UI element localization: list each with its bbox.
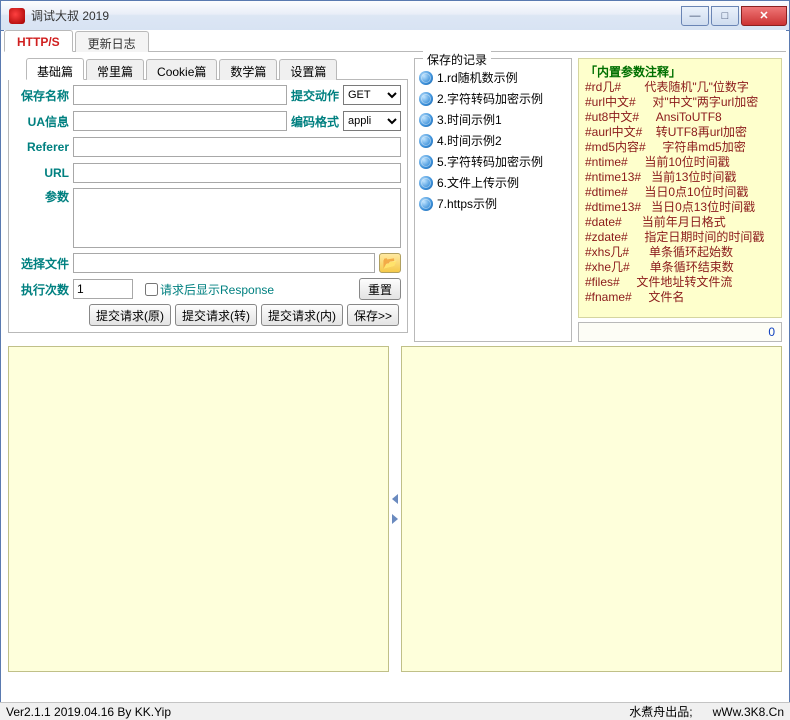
label-url: URL [15,166,73,180]
saved-record-item[interactable]: 6.文件上传示例 [419,172,567,193]
save-name-input[interactable] [73,85,287,105]
ua-input[interactable] [73,111,287,131]
output-left-pane[interactable] [8,346,389,672]
subtab-math[interactable]: 数学篇 [219,59,277,80]
title-bar: 调试大叔 2019 — □ ✕ [1,1,789,31]
label-show-response: 请求后显示Response [160,281,274,298]
param-help-row: #ntime13# 当前13位时间戳 [585,170,775,185]
globe-icon [419,92,433,106]
param-help-row: #fname# 文件名 [585,290,775,305]
reset-button[interactable]: 重置 [359,278,401,300]
label-ua: UA信息 [15,113,73,130]
file-path-input[interactable] [73,253,375,273]
show-response-checkbox[interactable] [145,283,158,296]
browse-file-button[interactable]: 📂 [379,253,401,273]
param-help-row: #dtime13# 当日0点13位时间戳 [585,200,775,215]
param-help-row: #xhe几# 单条循环结束数 [585,260,775,275]
exec-count-input[interactable] [73,279,133,299]
param-help-row: #ntime# 当前10位时间戳 [585,155,775,170]
encoding-select[interactable]: appli [343,111,401,131]
pane-splitter[interactable] [391,346,399,672]
param-help-row: #date# 当前年月日格式 [585,215,775,230]
globe-icon [419,197,433,211]
saved-record-item[interactable]: 5.字符转码加密示例 [419,151,567,172]
counter-display: 0 [578,322,782,342]
param-help-row: #files# 文件地址转文件流 [585,275,775,290]
globe-icon [419,113,433,127]
label-params: 参数 [15,188,73,205]
param-help-row: #dtime# 当日0点10位时间戳 [585,185,775,200]
globe-icon [419,176,433,190]
globe-icon [419,134,433,148]
label-save-name: 保存名称 [15,87,73,104]
window-title: 调试大叔 2019 [31,7,679,24]
folder-icon: 📂 [383,256,398,270]
sub-tabs: 基础篇 常里篇 Cookie篇 数学篇 设置篇 [26,58,408,80]
label-exec-count: 执行次数 [15,281,73,298]
url-input[interactable] [73,163,401,183]
saved-record-label: 3.时间示例1 [437,111,502,128]
subtab-cookie[interactable]: Cookie篇 [146,59,217,80]
status-version: Ver2.1.1 2019.04.16 By KK.Yip [6,705,171,719]
param-help-row: #rd几# 代表随机"几"位数字 [585,80,775,95]
status-brand: 水煮舟出品; [629,703,692,720]
saved-record-label: 1.rd随机数示例 [437,69,518,86]
submit-inner-button[interactable]: 提交请求(内) [261,304,343,326]
label-referer: Referer [15,140,73,154]
counter-value: 0 [768,325,775,339]
saved-record-item[interactable]: 4.时间示例2 [419,130,567,151]
top-tabs: HTTP/S 更新日志 [4,30,786,52]
saved-record-label: 2.字符转码加密示例 [437,90,543,107]
globe-icon [419,155,433,169]
app-icon [9,8,25,24]
param-help-row: #ut8中文# AnsiToUTF8 [585,110,775,125]
arrow-right-icon [392,514,398,524]
saved-records-caption: 保存的记录 [423,51,491,68]
status-site: wWw.3K8.Cn [713,705,784,719]
param-help-row: #aurl中文# 转UTF8再url加密 [585,125,775,140]
saved-record-label: 4.时间示例2 [437,132,502,149]
subtab-const[interactable]: 常里篇 [86,59,144,80]
tab-update-log[interactable]: 更新日志 [75,31,149,52]
minimize-button[interactable]: — [681,6,709,26]
param-help-row: #md5内容# 字符串md5加密 [585,140,775,155]
output-right-pane[interactable] [401,346,782,672]
label-submit-action: 提交动作 [287,87,343,104]
param-help-row: #url中文# 对"中文"两字url加密 [585,95,775,110]
param-help-title: 「内置参数注释」 [585,63,775,80]
saved-record-item[interactable]: 7.https示例 [419,193,567,214]
label-encoding: 编码格式 [287,113,343,130]
globe-icon [419,71,433,85]
referer-input[interactable] [73,137,401,157]
submit-raw-button[interactable]: 提交请求(原) [89,304,171,326]
saved-record-item[interactable]: 2.字符转码加密示例 [419,88,567,109]
saved-record-item[interactable]: 1.rd随机数示例 [419,67,567,88]
subtab-settings[interactable]: 设置篇 [279,59,337,80]
param-help-row: #zdate# 指定日期时间的时间戳 [585,230,775,245]
saved-record-label: 6.文件上传示例 [437,174,519,191]
saved-record-label: 7.https示例 [437,195,497,212]
subtab-basic[interactable]: 基础篇 [26,58,84,80]
submit-conv-button[interactable]: 提交请求(转) [175,304,257,326]
saved-record-item[interactable]: 3.时间示例1 [419,109,567,130]
method-select[interactable]: GET [343,85,401,105]
close-button[interactable]: ✕ [741,6,787,26]
label-choose-file: 选择文件 [15,255,73,272]
maximize-button[interactable]: □ [711,6,739,26]
status-bar: Ver2.1.1 2019.04.16 By KK.Yip 水煮舟出品; wWw… [0,702,790,720]
tab-http[interactable]: HTTP/S [4,30,73,52]
saved-records-panel: 保存的记录 1.rd随机数示例2.字符转码加密示例3.时间示例14.时间示例25… [414,58,572,342]
saved-record-label: 5.字符转码加密示例 [437,153,543,170]
arrow-left-icon [392,494,398,504]
save-button[interactable]: 保存>> [347,304,399,326]
params-input[interactable] [73,188,401,248]
param-help-panel: 「内置参数注释」 #rd几# 代表随机"几"位数字#url中文# 对"中文"两字… [578,58,782,318]
param-help-row: #xhs几# 单条循环起始数 [585,245,775,260]
